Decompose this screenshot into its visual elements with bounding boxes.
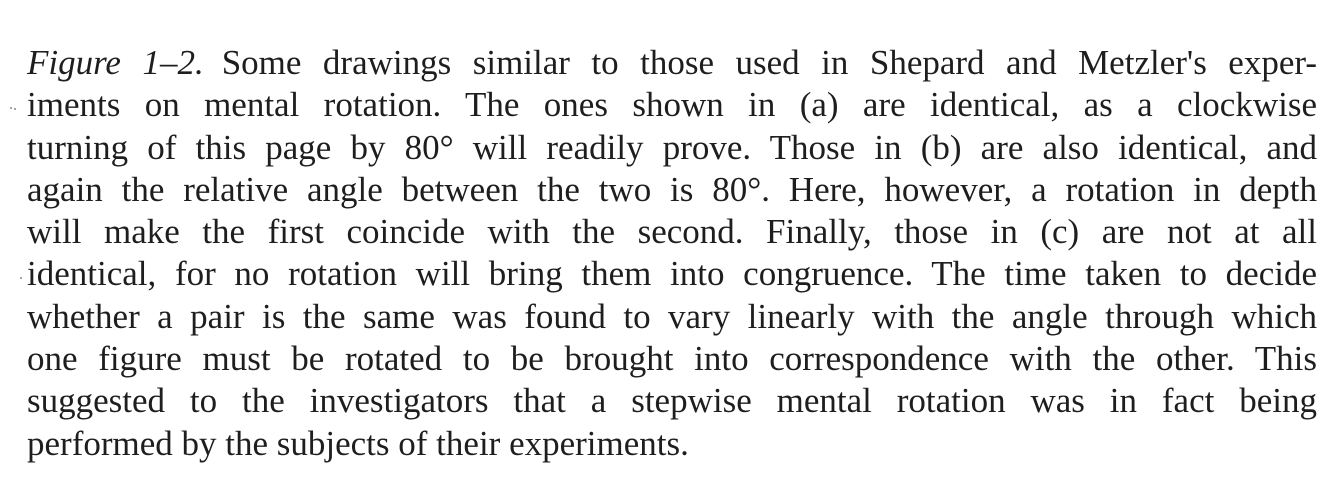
scan-speck [14,108,16,110]
caption-line-1: Figure 1–2. Some drawings similar to thos… [27,42,1317,84]
scan-speck [20,277,22,279]
caption-line-3: turning of this page by 80° will readily… [27,127,1317,167]
caption-line-5: will make the first coincide with the se… [27,212,1317,252]
scan-speck [10,107,12,109]
figure-label: Figure 1–2. [27,43,204,82]
caption-line-9: suggested to the investigators that a st… [27,381,1317,421]
caption-line-4: again the relative angle between the two… [27,169,1317,209]
caption-line-8: one figure must be rotated to be brought… [27,339,1317,379]
caption-line-6: identical, for no rotation will bring th… [27,254,1317,294]
caption-text-line-1: Some drawings similar to those used in S… [221,43,1317,82]
caption-line-2: iments on mental rotation. The ones show… [27,85,1317,125]
caption-line-10: performed by the subjects of their exper… [27,423,689,463]
figure-caption: Figure 1–2. Some drawings similar to thos… [27,42,1317,465]
caption-line-7: whether a pair is the same was found to … [27,296,1317,336]
